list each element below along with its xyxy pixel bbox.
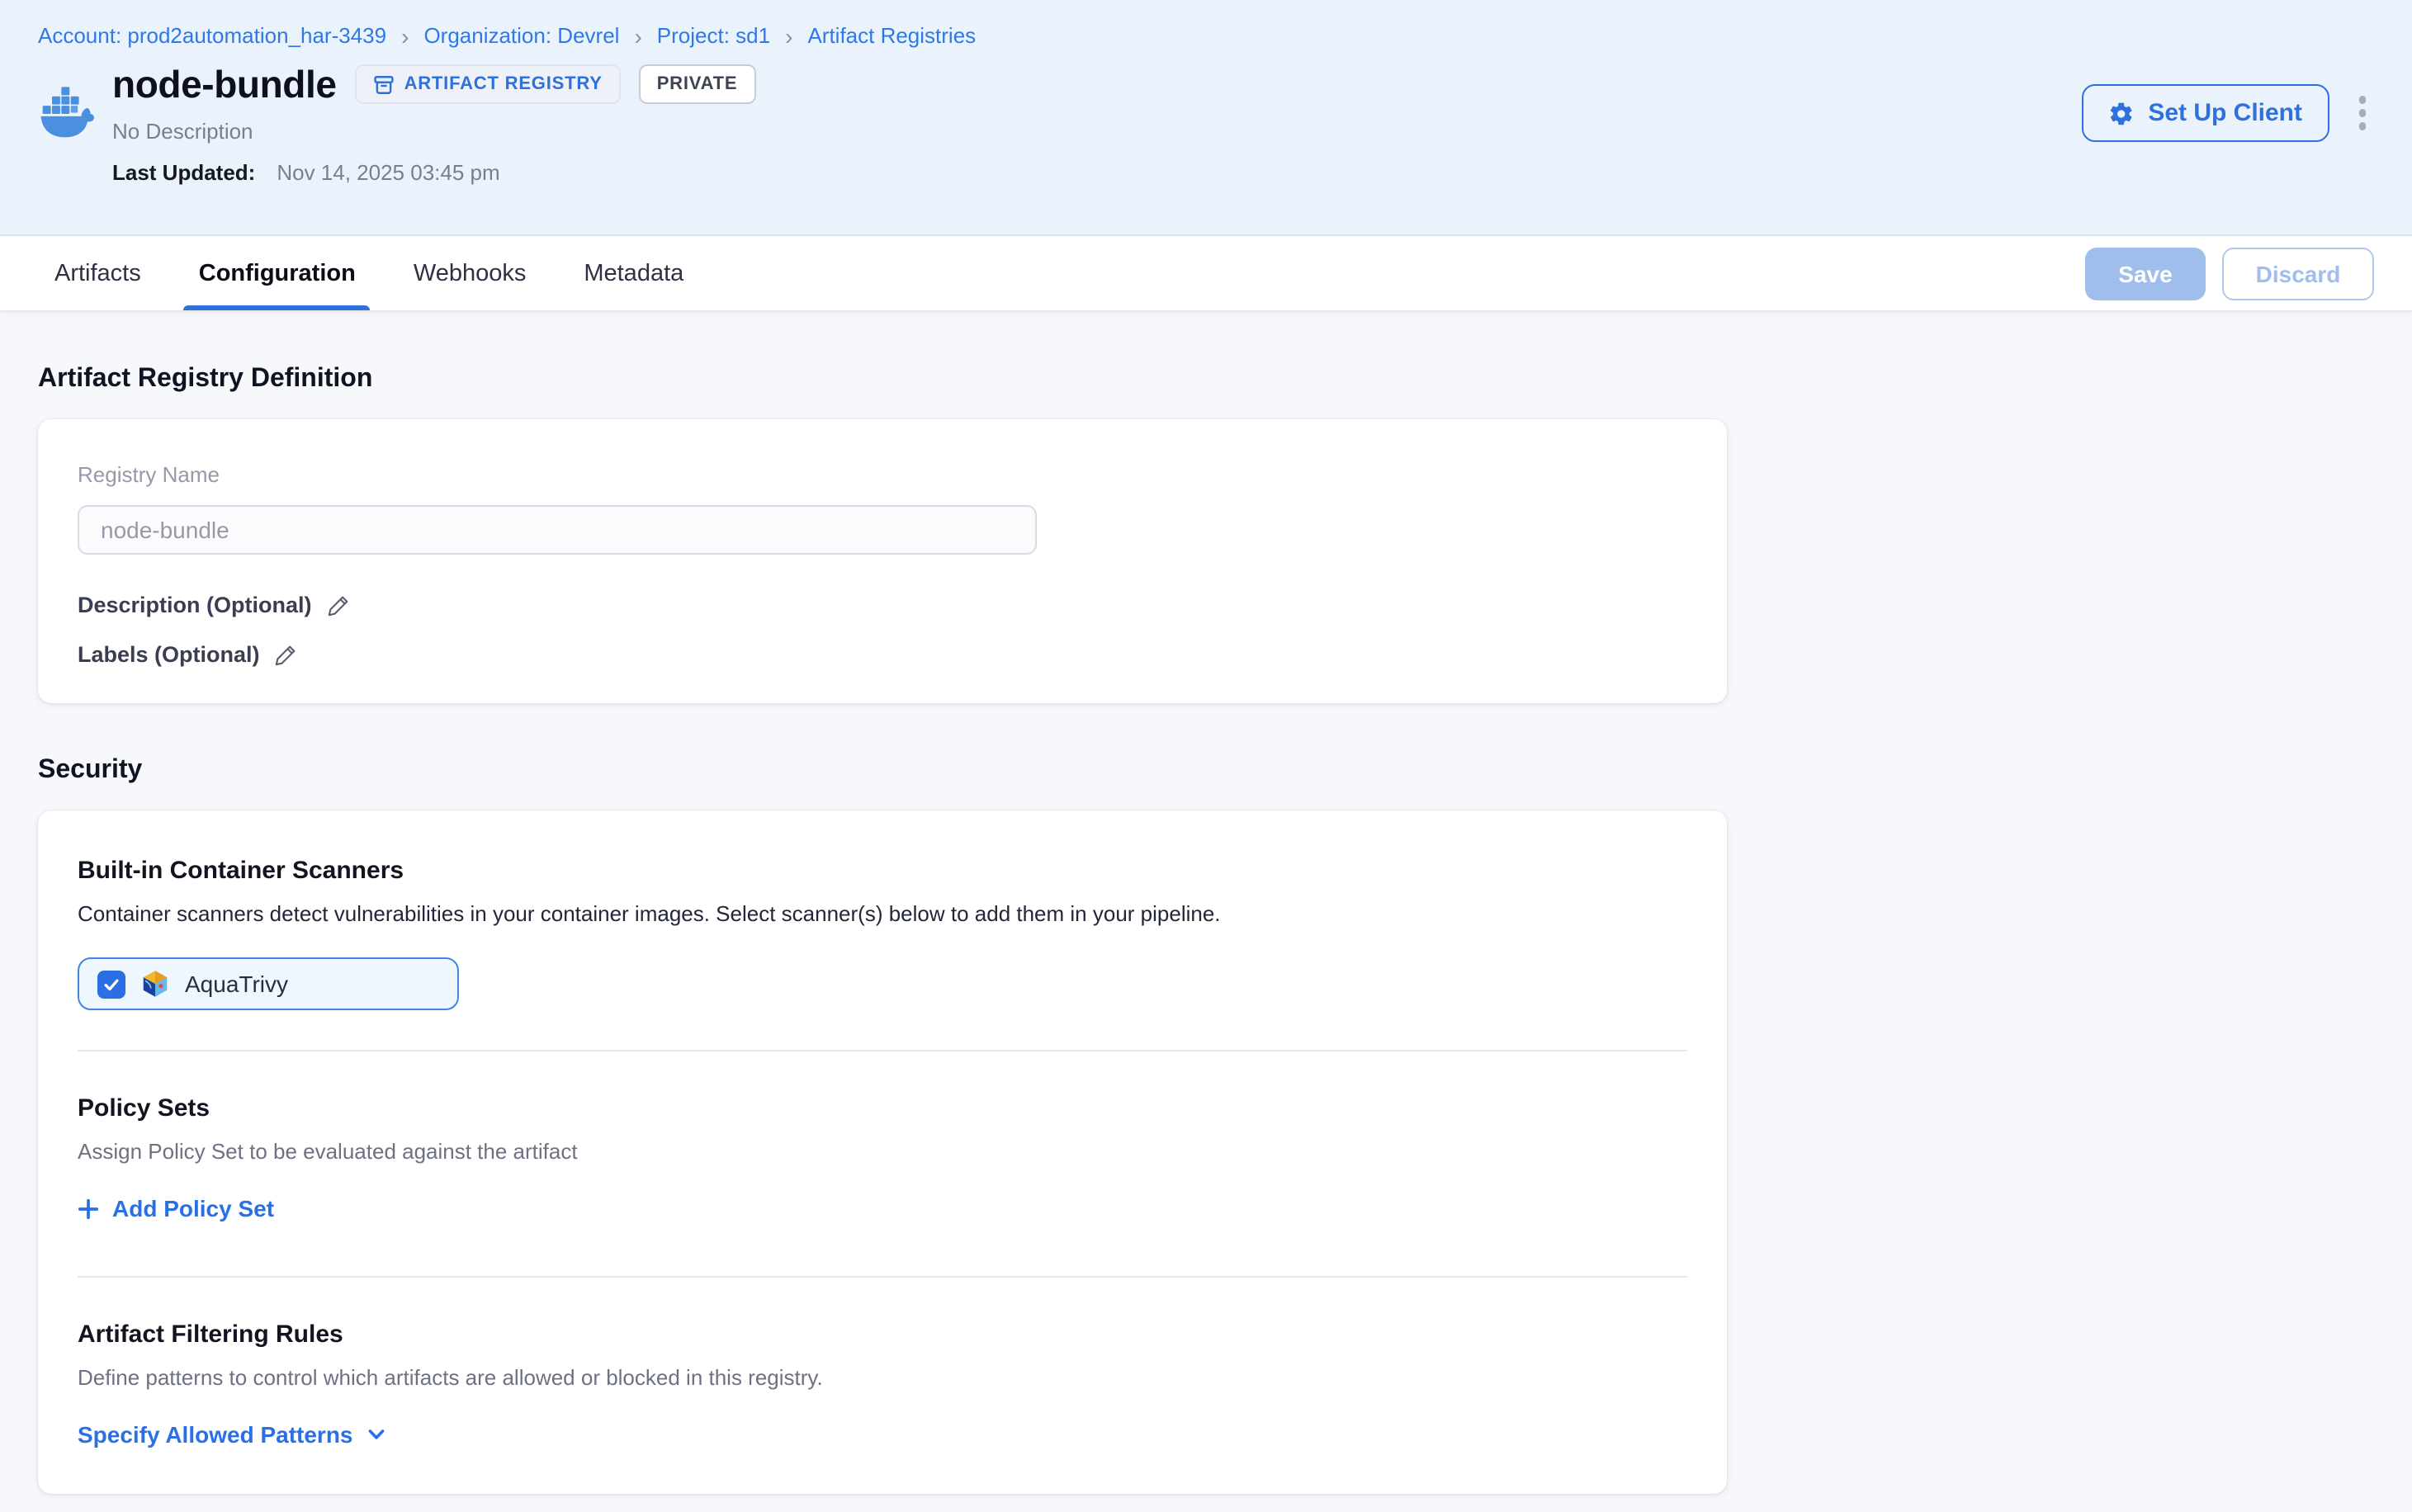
breadcrumb: Account: prod2automation_har-3439 › Orga…	[38, 21, 2374, 51]
filtering-rules-description: Define patterns to control which artifac…	[78, 1363, 1687, 1391]
breadcrumb-project[interactable]: Project: sd1	[657, 21, 770, 51]
configuration-content: Artifact Registry Definition Registry Na…	[0, 365, 2412, 1493]
tab-webhooks[interactable]: Webhooks	[410, 236, 530, 310]
tab-configuration[interactable]: Configuration	[196, 236, 359, 310]
divider	[78, 1050, 1687, 1051]
archive-icon	[373, 73, 395, 95]
breadcrumb-separator-icon: ›	[785, 25, 792, 48]
add-policy-set-label: Add Policy Set	[112, 1195, 274, 1221]
labels-optional-label: Labels (Optional)	[78, 642, 260, 667]
security-card: Built-in Container Scanners Container sc…	[38, 810, 1727, 1493]
artifact-registry-page: Account: prod2automation_har-3439 › Orga…	[0, 0, 2412, 1512]
definition-card: Registry Name Description (Optional) Lab…	[38, 419, 1727, 703]
security-section-title: Security	[38, 756, 2374, 786]
breadcrumb-separator-icon: ›	[401, 25, 409, 48]
description-optional-label: Description (Optional)	[78, 593, 312, 617]
gear-icon	[2108, 100, 2135, 126]
tab-metadata[interactable]: Metadata	[580, 236, 687, 310]
plus-icon	[78, 1198, 99, 1219]
breadcrumb-organization[interactable]: Organization: Devrel	[423, 21, 619, 51]
container-scanners-description: Container scanners detect vulnerabilitie…	[78, 900, 1687, 928]
filtering-rules-title: Artifact Filtering Rules	[78, 1320, 1687, 1348]
aquatrivy-icon	[140, 969, 170, 999]
breadcrumb-separator-icon: ›	[634, 25, 641, 48]
edit-icon	[327, 593, 350, 617]
checkbox-check-icon	[102, 975, 121, 993]
registry-description: No Description	[112, 119, 755, 144]
registry-name-label: Registry Name	[78, 462, 1687, 487]
registry-header: Account: prod2automation_har-3439 › Orga…	[0, 0, 2412, 236]
page-title: node-bundle	[112, 61, 337, 107]
discard-button[interactable]: Discard	[2222, 247, 2374, 300]
artifact-registry-badge: ARTIFACT REGISTRY	[355, 64, 621, 104]
last-updated-label: Last Updated:	[112, 160, 255, 185]
scanner-label: AquaTrivy	[185, 971, 288, 997]
private-badge: PRIVATE	[639, 64, 756, 104]
scanner-option-aquatrivy[interactable]: AquaTrivy	[78, 957, 459, 1010]
artifact-registry-badge-label: ARTIFACT REGISTRY	[404, 74, 603, 94]
scanner-checkbox-checked[interactable]	[97, 970, 125, 998]
add-policy-set-button[interactable]: Add Policy Set	[78, 1195, 274, 1221]
edit-icon	[275, 643, 298, 666]
last-updated-value: Nov 14, 2025 03:45 pm	[277, 160, 499, 185]
specify-allowed-patterns-toggle[interactable]: Specify Allowed Patterns	[78, 1420, 386, 1447]
specify-allowed-patterns-label: Specify Allowed Patterns	[78, 1420, 353, 1447]
tab-bar: Artifacts Configuration Webhooks Metadat…	[0, 236, 2412, 312]
edit-labels-button[interactable]	[275, 643, 298, 666]
breadcrumb-artifact-registries[interactable]: Artifact Registries	[807, 21, 976, 51]
definition-section-title: Artifact Registry Definition	[38, 365, 2374, 395]
container-scanners-title: Built-in Container Scanners	[78, 857, 1687, 885]
set-up-client-label: Set Up Client	[2148, 99, 2302, 127]
divider	[78, 1275, 1687, 1277]
set-up-client-button[interactable]: Set Up Client	[2082, 84, 2329, 142]
registry-name-input	[78, 505, 1037, 555]
edit-description-button[interactable]	[327, 593, 350, 617]
kebab-menu-button[interactable]	[2350, 87, 2374, 140]
last-updated: Last Updated: Nov 14, 2025 03:45 pm	[112, 160, 755, 185]
docker-logo-icon	[38, 86, 94, 185]
save-button[interactable]: Save	[2085, 247, 2206, 300]
policy-sets-description: Assign Policy Set to be evaluated agains…	[78, 1137, 1687, 1165]
tab-artifacts[interactable]: Artifacts	[51, 236, 144, 310]
policy-sets-title: Policy Sets	[78, 1094, 1687, 1122]
breadcrumb-account[interactable]: Account: prod2automation_har-3439	[38, 21, 386, 51]
chevron-down-icon	[367, 1424, 386, 1443]
